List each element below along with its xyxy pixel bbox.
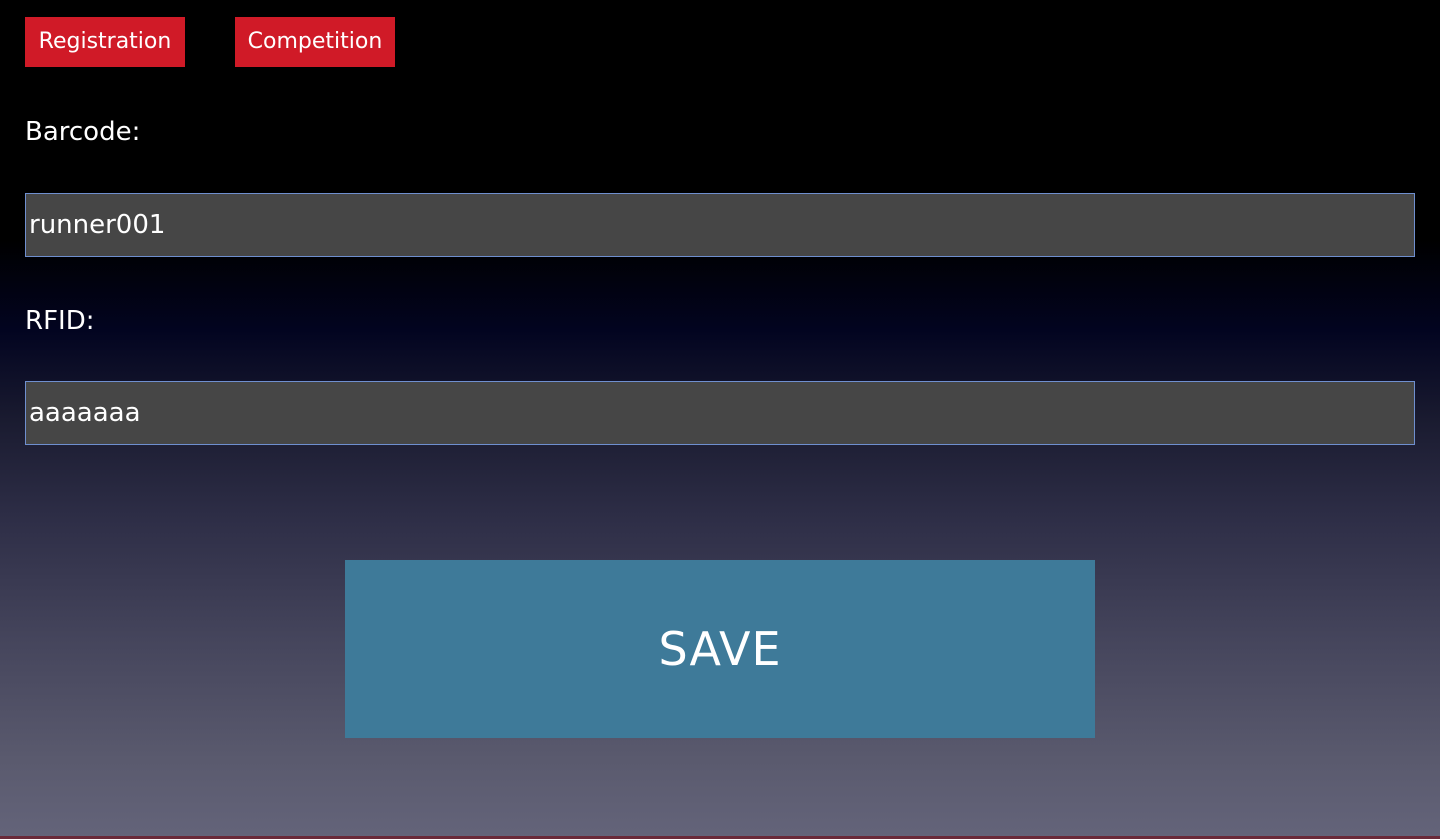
rfid-field[interactable] — [25, 381, 1415, 445]
rfid-label: RFID: — [25, 306, 95, 336]
tab-competition[interactable]: Competition — [235, 17, 395, 67]
barcode-field[interactable] — [25, 193, 1415, 257]
save-button[interactable]: SAVE — [345, 560, 1095, 738]
tab-registration[interactable]: Registration — [25, 17, 185, 67]
barcode-label: Barcode: — [25, 117, 141, 147]
